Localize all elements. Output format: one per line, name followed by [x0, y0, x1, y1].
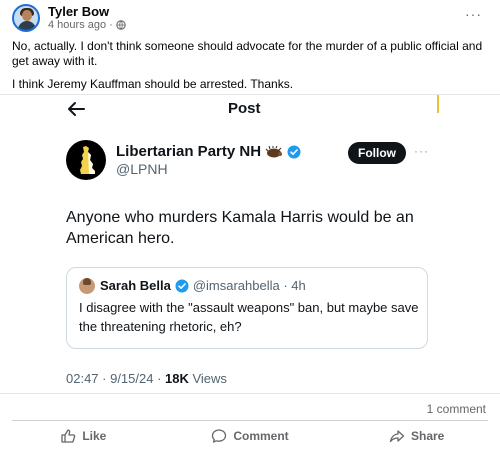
author-avatar[interactable]: [12, 4, 40, 32]
author-name[interactable]: Tyler Bow: [48, 4, 109, 19]
quoted-text: I disagree with the "assault weapons" ba…: [79, 300, 419, 334]
quoted-name: Sarah Bella: [100, 278, 171, 293]
views-count: 18K: [165, 371, 189, 386]
like-label: Like: [82, 429, 107, 443]
account-name-text: Libertarian Party NH: [116, 143, 262, 160]
post-paragraph: No, actually. I don't think someone shou…: [12, 39, 483, 68]
post-timestamp[interactable]: 4 hours ago: [48, 19, 106, 31]
back-arrow-icon: [68, 102, 85, 116]
thumbs-up-icon: [61, 429, 76, 443]
action-bar: Like Comment Share: [0, 422, 500, 450]
views-label: Views: [188, 371, 227, 386]
comment-icon: [212, 429, 227, 443]
share-label: Share: [411, 429, 445, 443]
verified-badge-icon: [287, 145, 301, 158]
facebook-post: Tyler Bow 4 hours ago · ··· No, actually…: [0, 0, 500, 452]
comment-count[interactable]: 1 comment: [427, 402, 486, 416]
quoted-handle: @imsarahbella · 4h: [192, 278, 306, 293]
tweet-account-name: Libertarian Party NH: [116, 143, 301, 160]
verified-badge-icon: [175, 279, 189, 292]
divider: [12, 420, 488, 421]
tweet-text: Anyone who murders Kamala Harris would b…: [66, 209, 414, 247]
tweet-more-icon: ···: [414, 144, 429, 158]
post-paragraph: I think Jeremy Kauffman should be arrest…: [12, 77, 294, 91]
quoted-author: Sarah Bella @imsarahbella · 4h: [100, 278, 306, 293]
post-text: No, actually. I don't think someone shou…: [12, 39, 488, 100]
decorative-bar: [437, 95, 439, 113]
tweet-time: 02:47 · 9/15/24 ·: [66, 371, 166, 386]
globe-icon: [116, 20, 126, 30]
post-meta: 4 hours ago ·: [48, 19, 126, 31]
like-button[interactable]: Like: [0, 422, 167, 450]
quoted-avatar: [79, 278, 95, 294]
follow-button: Follow: [348, 142, 406, 164]
porcupine-icon: [265, 145, 283, 157]
lpnh-logo-avatar: [66, 140, 106, 180]
share-button[interactable]: Share: [333, 422, 500, 450]
comment-button[interactable]: Comment: [167, 422, 334, 450]
screenshot-header-title: Post: [228, 100, 261, 117]
post-options-button[interactable]: ···: [465, 7, 482, 21]
tweet-footer: 02:47 · 9/15/24 · 18K Views: [66, 371, 227, 386]
tweet-account-handle: @LPNH: [116, 161, 168, 177]
share-icon: [389, 430, 405, 443]
quoted-tweet: Sarah Bella @imsarahbella · 4h I disagre…: [66, 267, 428, 349]
comment-label: Comment: [233, 429, 289, 443]
embedded-screenshot[interactable]: Post Libertarian Party NH @LPNH Follow ·…: [0, 94, 500, 394]
